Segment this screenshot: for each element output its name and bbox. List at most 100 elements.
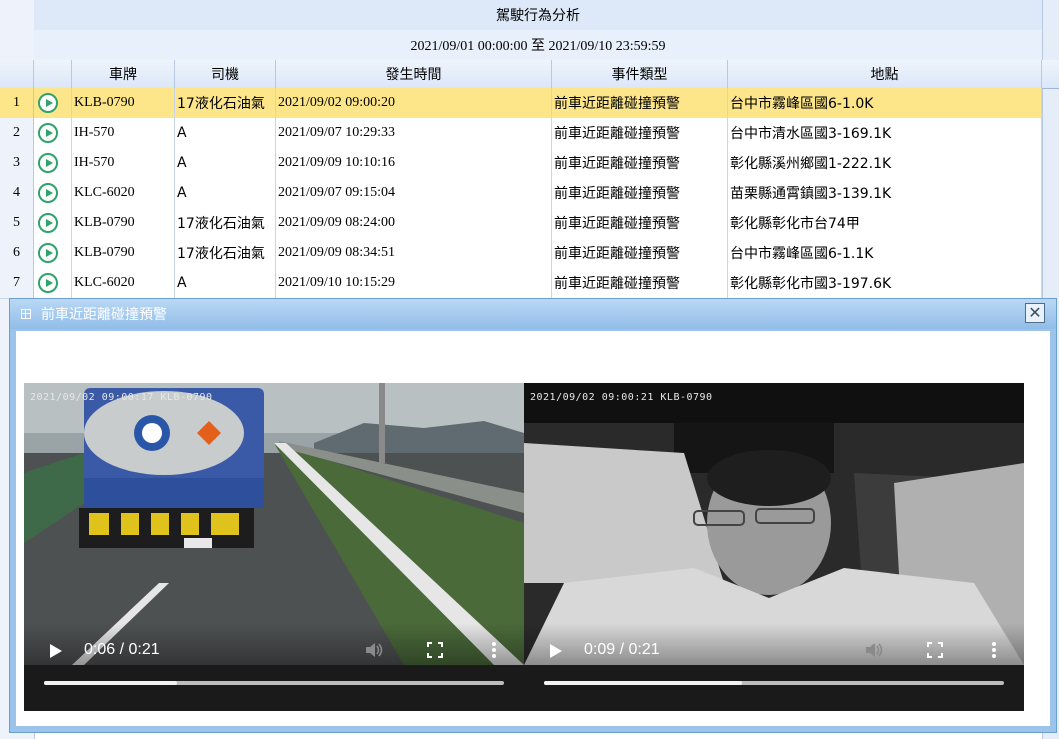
cell-plate: KLB-0790 bbox=[72, 208, 175, 238]
cabin-camera-osd: 2021/09/02 09:00:21 KLB-0790 bbox=[530, 392, 713, 403]
cell-driver: 17液化石油氣 bbox=[175, 88, 276, 118]
header-event[interactable]: 事件類型 bbox=[552, 60, 728, 88]
fullscreen-icon bbox=[427, 642, 443, 658]
cell-plate: IH-570 bbox=[72, 118, 175, 148]
fullscreen-button[interactable] bbox=[424, 640, 446, 660]
row-number: 5 bbox=[0, 208, 34, 238]
report-title: 駕駛行為分析 bbox=[34, 0, 1042, 31]
circle-play-icon[interactable] bbox=[38, 273, 58, 293]
cell-plate: KLC-6020 bbox=[72, 178, 175, 208]
more-vertical-icon bbox=[992, 642, 996, 658]
cell-time: 2021/09/09 10:10:16 bbox=[276, 148, 552, 178]
more-vertical-icon bbox=[492, 642, 496, 658]
header-location[interactable]: 地點 bbox=[728, 60, 1042, 88]
progress-bar[interactable] bbox=[544, 681, 1004, 685]
time-display: 0:09 / 0:21 bbox=[584, 641, 660, 658]
play-icon bbox=[550, 644, 562, 658]
cell-location: 台中市清水區國3-169.1K bbox=[728, 118, 1042, 148]
fullscreen-button[interactable] bbox=[924, 640, 946, 660]
header-plate[interactable]: 車牌 bbox=[72, 60, 175, 88]
row-number: 6 bbox=[0, 238, 34, 268]
cell-plate: KLB-0790 bbox=[72, 88, 175, 118]
cell-event: 前車近距離碰撞預警 bbox=[552, 268, 728, 298]
circle-play-icon[interactable] bbox=[38, 93, 58, 113]
more-options-button[interactable] bbox=[986, 640, 1002, 660]
play-button[interactable] bbox=[48, 643, 64, 659]
table-row[interactable]: 7 KLC-6020 A 2021/09/10 10:15:29 前車近距離碰撞預警 彰化… bbox=[0, 268, 1042, 299]
cell-time: 2021/09/07 10:29:33 bbox=[276, 118, 552, 148]
front-camera-video[interactable]: 2021/09/02 09:00:17 KLB-0790 0:06 / 0:21 bbox=[24, 383, 524, 711]
cell-location: 苗栗縣通霄鎮國3-139.1K bbox=[728, 178, 1042, 208]
cell-time: 2021/09/09 08:24:00 bbox=[276, 208, 552, 238]
video-controls bbox=[524, 665, 1024, 711]
cell-plate: IH-570 bbox=[72, 148, 175, 178]
cell-location: 彰化縣溪州鄉國1-222.1K bbox=[728, 148, 1042, 178]
dialog-title: 前車近距離碰撞預警 bbox=[41, 307, 167, 323]
cell-event: 前車近距離碰撞預警 bbox=[552, 208, 728, 238]
table-row[interactable]: 4 KLC-6020 A 2021/09/07 09:15:04 前車近距離碰撞預警 苗栗… bbox=[0, 178, 1042, 209]
cell-plate: KLB-0790 bbox=[72, 238, 175, 268]
progress-fill bbox=[44, 681, 178, 685]
cell-location: 台中市霧峰區國6-1.1K bbox=[728, 238, 1042, 268]
row-number: 4 bbox=[0, 178, 34, 208]
event-video-dialog: 前車近距離碰撞預警 ✕ 2021/09/02 09:00:17 KLB-0790… bbox=[9, 298, 1057, 733]
close-button[interactable]: ✕ bbox=[1025, 303, 1045, 323]
progress-fill bbox=[544, 681, 742, 685]
volume-button[interactable] bbox=[362, 640, 386, 660]
cell-time: 2021/09/09 08:34:51 bbox=[276, 238, 552, 268]
cell-event: 前車近距離碰撞預警 bbox=[552, 148, 728, 178]
progress-bar[interactable] bbox=[44, 681, 504, 685]
circle-play-icon[interactable] bbox=[38, 213, 58, 233]
table-row[interactable]: 5 KLB-0790 17液化石油氣 2021/09/09 08:24:00 前車近距離… bbox=[0, 208, 1042, 239]
cell-event: 前車近距離碰撞預警 bbox=[552, 178, 728, 208]
play-button[interactable] bbox=[548, 643, 564, 659]
cell-driver: 17液化石油氣 bbox=[175, 238, 276, 268]
play-icon bbox=[50, 644, 62, 658]
header-rownum bbox=[0, 60, 34, 88]
header-driver[interactable]: 司機 bbox=[175, 60, 276, 88]
report-date-range: 2021/09/01 00:00:00 至 2021/09/10 23:59:5… bbox=[34, 30, 1042, 61]
cell-location: 彰化縣彰化市台74甲 bbox=[728, 208, 1042, 238]
cell-event: 前車近距離碰撞預警 bbox=[552, 238, 728, 268]
volume-button[interactable] bbox=[862, 640, 886, 660]
cell-event: 前車近距離碰撞預警 bbox=[552, 118, 728, 148]
table-row[interactable]: 6 KLB-0790 17液化石油氣 2021/09/09 08:34:51 前車近距離… bbox=[0, 238, 1042, 269]
header-time[interactable]: 發生時間 bbox=[276, 60, 552, 88]
close-icon: ✕ bbox=[1028, 303, 1042, 322]
cell-driver: A bbox=[175, 148, 276, 178]
cell-plate: KLC-6020 bbox=[72, 268, 175, 298]
row-number: 2 bbox=[0, 118, 34, 148]
cell-driver: A bbox=[175, 178, 276, 208]
cell-driver: A bbox=[175, 268, 276, 298]
video-controls bbox=[24, 665, 524, 711]
fullscreen-icon bbox=[927, 642, 943, 658]
window-grid-icon bbox=[21, 309, 31, 319]
header-action bbox=[34, 60, 72, 88]
cell-location: 彰化縣彰化市國3-197.6K bbox=[728, 268, 1042, 298]
row-number: 1 bbox=[0, 88, 34, 118]
circle-play-icon[interactable] bbox=[38, 183, 58, 203]
cell-driver: A bbox=[175, 118, 276, 148]
cell-driver: 17液化石油氣 bbox=[175, 208, 276, 238]
volume-icon bbox=[366, 643, 383, 657]
cell-time: 2021/09/10 10:15:29 bbox=[276, 268, 552, 298]
circle-play-icon[interactable] bbox=[38, 123, 58, 143]
table-row[interactable]: 2 IH-570 A 2021/09/07 10:29:33 前車近距離碰撞預警 台中市清… bbox=[0, 118, 1042, 149]
row-number: 7 bbox=[0, 268, 34, 298]
table-row[interactable]: 1 KLB-0790 17液化石油氣 2021/09/02 09:00:20 前車近距離… bbox=[0, 88, 1042, 119]
row-number: 3 bbox=[0, 148, 34, 178]
dialog-titlebar[interactable]: 前車近距離碰撞預警 ✕ bbox=[10, 299, 1056, 329]
cell-time: 2021/09/02 09:00:20 bbox=[276, 88, 552, 118]
grid-header: 車牌 司機 發生時間 事件類型 地點 bbox=[0, 60, 1059, 89]
cell-event: 前車近距離碰撞預警 bbox=[552, 88, 728, 118]
more-options-button[interactable] bbox=[486, 640, 502, 660]
dialog-body: 2021/09/02 09:00:17 KLB-0790 0:06 / 0:21 bbox=[16, 331, 1050, 726]
circle-play-icon[interactable] bbox=[38, 153, 58, 173]
table-row[interactable]: 3 IH-570 A 2021/09/09 10:10:16 前車近距離碰撞預警 彰化縣溪… bbox=[0, 148, 1042, 179]
cell-location: 台中市霧峰區國6-1.0K bbox=[728, 88, 1042, 118]
front-camera-osd: 2021/09/02 09:00:17 KLB-0790 bbox=[30, 392, 213, 403]
circle-play-icon[interactable] bbox=[38, 243, 58, 263]
volume-icon bbox=[866, 643, 883, 657]
cell-time: 2021/09/07 09:15:04 bbox=[276, 178, 552, 208]
cabin-camera-video[interactable]: 2021/09/02 09:00:21 KLB-0790 0:09 / 0:21 bbox=[524, 383, 1024, 711]
